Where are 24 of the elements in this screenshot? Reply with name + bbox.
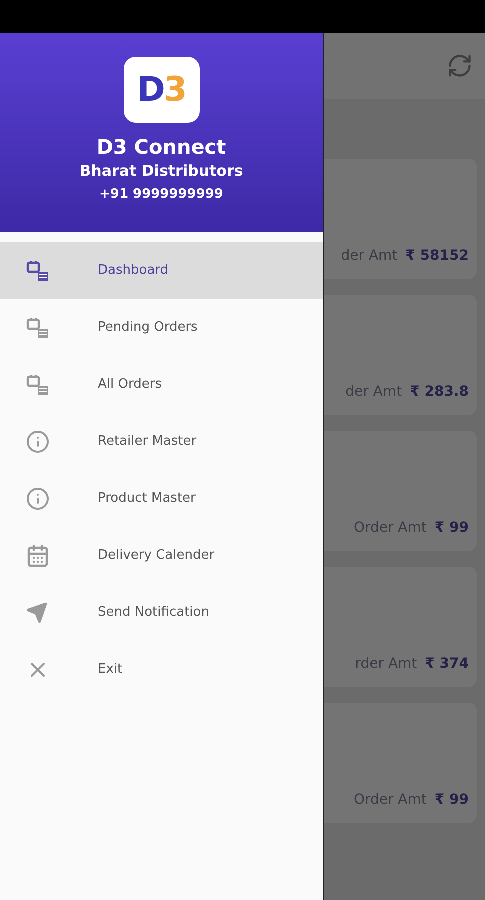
order-amount-label: der Amt — [341, 247, 398, 266]
logo-letter: 3 — [164, 73, 186, 107]
app-name: D3 Connect — [96, 135, 226, 160]
phone-number: +91 9999999999 — [100, 186, 224, 203]
order-amount: ₹ 58152 — [406, 247, 469, 266]
order-amount-label: Order Amt — [354, 791, 427, 810]
order-amount-label: rder Amt — [355, 655, 418, 674]
info-icon — [26, 430, 50, 454]
order-amount: ₹ 374 — [425, 655, 469, 674]
refresh-icon[interactable] — [447, 53, 473, 79]
send-icon — [26, 602, 48, 624]
order-amount-label: der Amt — [346, 383, 402, 402]
calendar-list-icon — [26, 372, 50, 396]
info-icon — [26, 486, 50, 510]
calendar-icon — [26, 544, 50, 568]
order-amount: ₹ 283.8 — [410, 383, 469, 402]
company-name: Bharat Distributors — [80, 162, 244, 181]
calendar-list-icon — [26, 316, 50, 340]
order-amount-label: Order Amt — [354, 519, 427, 538]
order-amount: ₹ 99 — [434, 519, 469, 538]
calendar-list-icon — [26, 258, 50, 282]
order-amount: ₹ 99 — [434, 791, 469, 810]
menu-item[interactable]: Dashboard — [0, 242, 323, 299]
logo-letter: D — [137, 73, 164, 107]
